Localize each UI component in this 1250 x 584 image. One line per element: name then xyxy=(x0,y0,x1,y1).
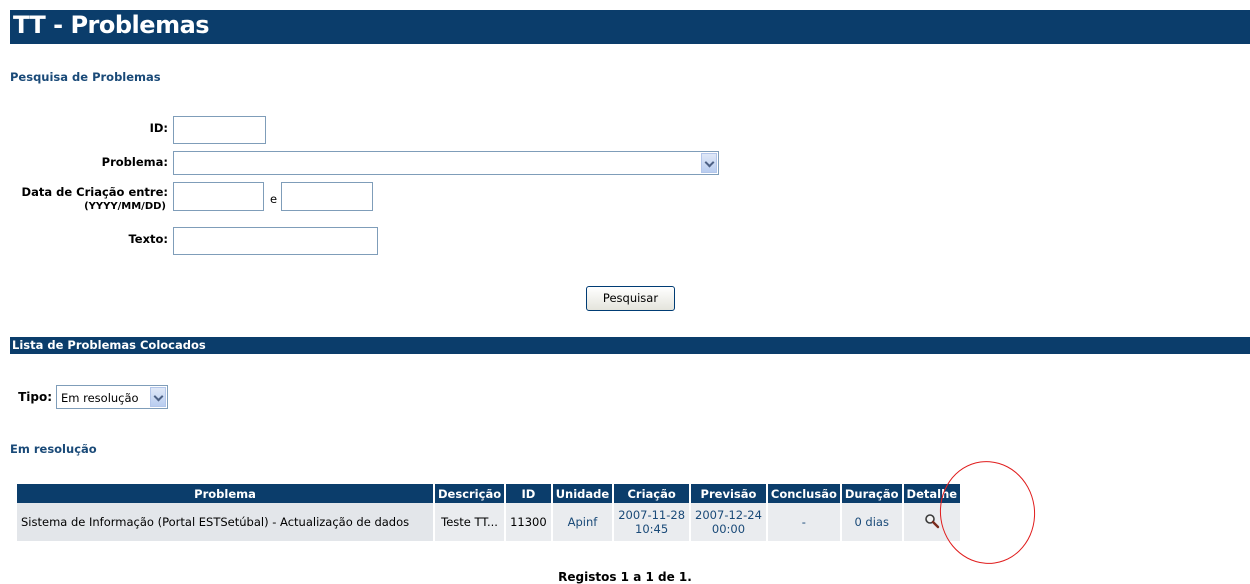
column-header: Criação xyxy=(614,484,690,503)
tipo-label: Tipo: xyxy=(18,390,52,404)
magnifier-icon[interactable] xyxy=(924,513,940,529)
cell-descricao: Teste TT... xyxy=(435,503,505,541)
cell-id: 11300 xyxy=(506,503,551,541)
chevron-down-icon[interactable] xyxy=(150,387,166,407)
chevron-down-icon[interactable] xyxy=(701,153,717,173)
column-header: Problema xyxy=(17,484,433,503)
search-heading: Pesquisa de Problemas xyxy=(10,70,161,84)
problems-table: Problema Descrição ID Unidade Criação Pr… xyxy=(15,484,962,541)
texto-label: Texto: xyxy=(128,232,168,246)
cell-duracao: 0 dias xyxy=(841,503,902,541)
date-and-label: e xyxy=(270,192,278,206)
tipo-select[interactable]: Em resolução xyxy=(56,385,168,409)
tipo-select-value: Em resolução xyxy=(61,391,139,405)
table-row: Sistema de Informação (Portal ESTSetúbal… xyxy=(17,503,961,541)
table-header-row: Problema Descrição ID Unidade Criação Pr… xyxy=(17,484,961,503)
cell-conclusao: - xyxy=(767,503,840,541)
criacao-time: 10:45 xyxy=(635,522,669,536)
column-header: Unidade xyxy=(552,484,613,503)
date-label: Data de Criação entre: xyxy=(21,185,168,199)
date-from-input[interactable] xyxy=(173,182,264,211)
cell-criacao: 2007-11-28 10:45 xyxy=(614,503,690,541)
list-header-bar: Lista de Problemas Colocados xyxy=(10,337,1250,354)
cell-unidade: Apinf xyxy=(552,503,613,541)
page-header: TT - Problemas xyxy=(10,10,1250,44)
records-footer: Registos 1 a 1 de 1. xyxy=(558,570,692,584)
highlight-circle xyxy=(933,454,1042,571)
date-to-input[interactable] xyxy=(281,182,373,211)
pesquisar-button[interactable]: Pesquisar xyxy=(586,286,675,311)
criacao-date: 2007-11-28 xyxy=(618,508,686,522)
id-input[interactable] xyxy=(173,116,266,144)
texto-input[interactable] xyxy=(173,227,378,255)
column-header: Conclusão xyxy=(767,484,840,503)
id-label: ID: xyxy=(149,121,168,135)
column-header: ID xyxy=(506,484,551,503)
date-format-hint: (YYYY/MM/DD) xyxy=(84,201,166,212)
cell-previsao: 2007-12-24 00:00 xyxy=(691,503,766,541)
page-title: TT - Problemas xyxy=(13,11,210,39)
cell-problema: Sistema de Informação (Portal ESTSetúbal… xyxy=(17,503,433,541)
column-header: Previsão xyxy=(691,484,766,503)
previsao-date: 2007-12-24 xyxy=(695,508,762,522)
problema-label: Problema: xyxy=(101,155,168,169)
column-header: Duração xyxy=(841,484,902,503)
problema-select[interactable] xyxy=(173,151,719,175)
status-subheading: Em resolução xyxy=(10,442,97,456)
list-heading: Lista de Problemas Colocados xyxy=(12,338,206,352)
previsao-time: 00:00 xyxy=(711,522,746,536)
column-header: Descrição xyxy=(435,484,505,503)
